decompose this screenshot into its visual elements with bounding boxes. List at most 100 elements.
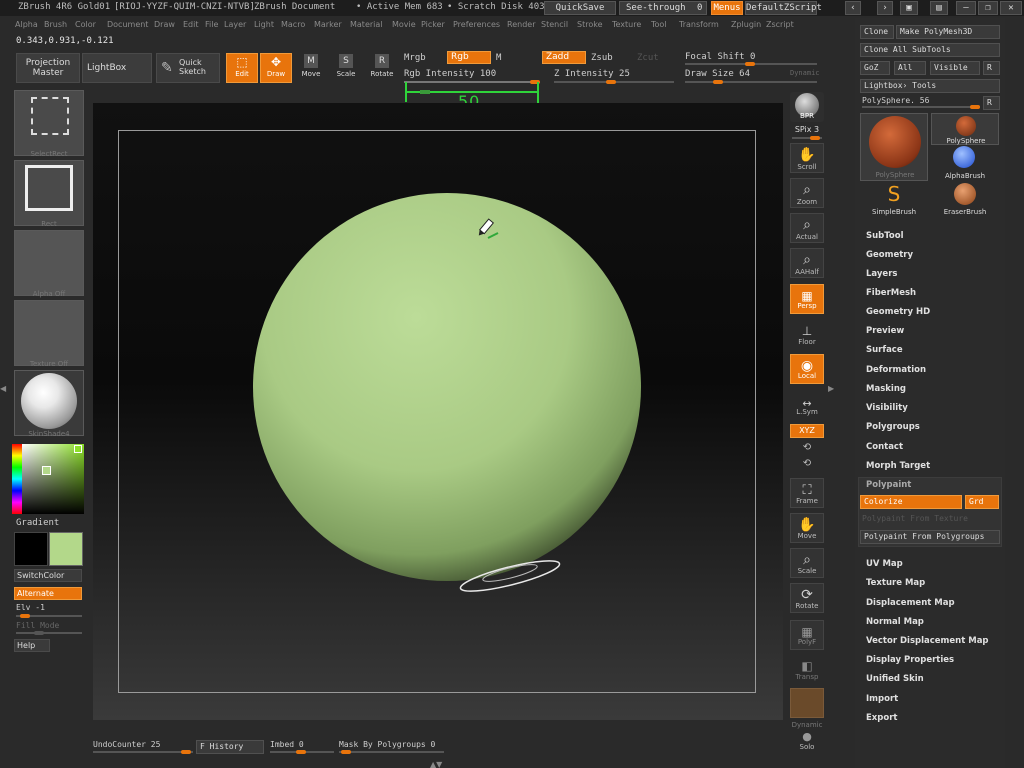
menu-light[interactable]: Light — [254, 20, 274, 29]
layers-section[interactable]: Layers — [866, 269, 897, 279]
alternate-button[interactable]: Alternate — [14, 587, 82, 600]
mask-by-polygroups-knob[interactable] — [341, 750, 351, 754]
rotate-axis-y-icon[interactable]: ⟲ — [786, 442, 828, 453]
primary-color-swatch[interactable] — [49, 532, 83, 566]
make-polymesh-button[interactable]: Make PolyMesh3D — [896, 25, 1000, 39]
polypaint-from-polygroups-button[interactable]: Polypaint From Polygroups — [860, 530, 1000, 544]
texture-map-section[interactable]: Texture Map — [866, 578, 925, 588]
spix-label[interactable]: SPix 3 — [786, 125, 828, 134]
polypaint-from-texture-button[interactable]: Polypaint From Texture — [862, 514, 968, 523]
menu-preferences[interactable]: Preferences — [453, 20, 500, 29]
eraserbrush-thumb[interactable]: EraserBrush — [931, 183, 999, 219]
normal-map-section[interactable]: Normal Map — [866, 617, 924, 627]
mrgb-button[interactable]: Mrgb — [404, 53, 426, 63]
elv-knob[interactable] — [20, 614, 30, 618]
menu-material[interactable]: Material — [350, 20, 383, 29]
menu-stroke[interactable]: Stroke — [577, 20, 603, 29]
simplebrush-thumb[interactable]: S SimpleBrush — [860, 183, 928, 219]
zsub-button[interactable]: Zsub — [591, 53, 613, 63]
z-intensity-knob[interactable] — [606, 80, 616, 84]
z-intensity-slider[interactable] — [554, 80, 674, 84]
move-button[interactable]: M Move — [298, 53, 324, 83]
color-cursor[interactable] — [42, 466, 51, 475]
preview-section[interactable]: Preview — [866, 326, 904, 336]
dynamic-button[interactable]: Dynamic — [790, 69, 820, 77]
lightbox-button[interactable]: LightBox — [82, 53, 152, 83]
left-tray-arrow-icon[interactable]: ◀ — [0, 384, 6, 393]
polysphere-thumb-small[interactable]: PolySphere — [931, 113, 999, 145]
rect-tile[interactable] — [14, 160, 84, 226]
menu-render[interactable]: Render — [507, 20, 535, 29]
tool-slider[interactable] — [862, 105, 980, 109]
all-button[interactable]: All — [894, 61, 926, 75]
rgb-button[interactable]: Rgb — [447, 51, 491, 64]
help-button[interactable]: Help — [14, 639, 50, 652]
imbed-slider[interactable] — [270, 750, 334, 754]
right-tray-arrow-icon[interactable]: ▶ — [828, 384, 834, 393]
menu-draw[interactable]: Draw — [154, 20, 175, 29]
menu-picker[interactable]: Picker — [421, 20, 445, 29]
polysphere-model[interactable] — [253, 193, 641, 581]
spix-slider[interactable] — [792, 136, 822, 140]
menu-file[interactable]: File — [205, 20, 218, 29]
lsym-button[interactable]: ↔ — [790, 392, 824, 422]
export-section[interactable]: Export — [866, 713, 897, 723]
alphabrush-thumb[interactable]: AlphaBrush — [931, 146, 999, 182]
vector-displacement-map-section[interactable]: Vector Displacement Map — [866, 636, 989, 646]
secondary-color-swatch[interactable] — [14, 532, 48, 566]
uv-map-section[interactable]: UV Map — [866, 559, 903, 569]
fibermesh-section[interactable]: FiberMesh — [866, 288, 916, 298]
menu-marker[interactable]: Marker — [314, 20, 342, 29]
menu-zscript[interactable]: Zscript — [766, 20, 794, 29]
menu-layer[interactable]: Layer — [224, 20, 246, 29]
r-button[interactable]: R — [983, 61, 1000, 75]
hue-strip[interactable] — [12, 444, 22, 514]
grd-button[interactable]: Grd — [965, 495, 999, 509]
geometry-hd-section[interactable]: Geometry HD — [866, 307, 930, 317]
xyz-button[interactable]: XYZ — [790, 424, 824, 438]
import-section[interactable]: Import — [866, 694, 898, 704]
masking-section[interactable]: Masking — [866, 384, 906, 394]
texture-tile[interactable] — [14, 300, 84, 366]
contact-section[interactable]: Contact — [866, 442, 903, 452]
focal-shift-knob[interactable] — [745, 62, 755, 66]
undo-counter-slider[interactable] — [93, 750, 193, 754]
visible-button[interactable]: Visible — [930, 61, 980, 75]
close-icon[interactable]: ✕ — [1000, 1, 1022, 15]
bottom-tray-arrow-icon[interactable]: ▲▼ — [430, 760, 442, 768]
draw-size-slider[interactable] — [685, 80, 817, 84]
quicksave-button[interactable]: QuickSave — [544, 1, 616, 15]
fill-mode-knob[interactable] — [34, 631, 44, 635]
fill-mode-slider[interactable] — [16, 631, 82, 635]
scale-button[interactable]: S Scale — [333, 53, 359, 83]
menu-brush[interactable]: Brush — [44, 20, 67, 29]
switch-color-button[interactable]: SwitchColor — [14, 569, 82, 582]
quick-sketch-button[interactable]: ✎ Quick Sketch — [156, 53, 220, 83]
saturation-box[interactable] — [22, 444, 84, 514]
menus-button[interactable]: Menus — [711, 1, 743, 15]
polygroups-section[interactable]: Polygroups — [866, 422, 920, 432]
menu-macro[interactable]: Macro — [281, 20, 305, 29]
zadd-button[interactable]: Zadd — [542, 51, 586, 64]
unified-skin-section[interactable]: Unified Skin — [866, 674, 924, 684]
rotate-axis-z-icon[interactable]: ⟲ — [786, 458, 828, 469]
surface-section[interactable]: Surface — [866, 345, 903, 355]
mask-by-polygroups-slider[interactable] — [339, 750, 444, 754]
clone-all-subtools-button[interactable]: Clone All SubTools — [860, 43, 1000, 57]
undo-counter-knob[interactable] — [181, 750, 191, 754]
goz-button[interactable]: GoZ — [860, 61, 890, 75]
morph-target-section[interactable]: Morph Target — [866, 461, 930, 471]
select-rect-tile[interactable] — [14, 90, 84, 156]
draw-size-knob[interactable] — [713, 80, 723, 84]
restore-icon[interactable]: ❐ — [978, 1, 998, 15]
menu-texture[interactable]: Texture — [612, 20, 641, 29]
menu-alpha[interactable]: Alpha — [15, 20, 38, 29]
default-zscript-button[interactable]: DefaultZScript — [745, 1, 822, 15]
imbed-knob[interactable] — [296, 750, 306, 754]
r-button-2[interactable]: R — [983, 96, 1000, 110]
elv-slider[interactable] — [16, 614, 82, 618]
subtool-section[interactable]: SubTool — [866, 231, 904, 241]
projection-master-button[interactable]: Projection Master — [16, 53, 80, 83]
rotate-button[interactable]: R Rotate — [368, 53, 396, 83]
clone-button[interactable]: Clone — [860, 25, 894, 39]
